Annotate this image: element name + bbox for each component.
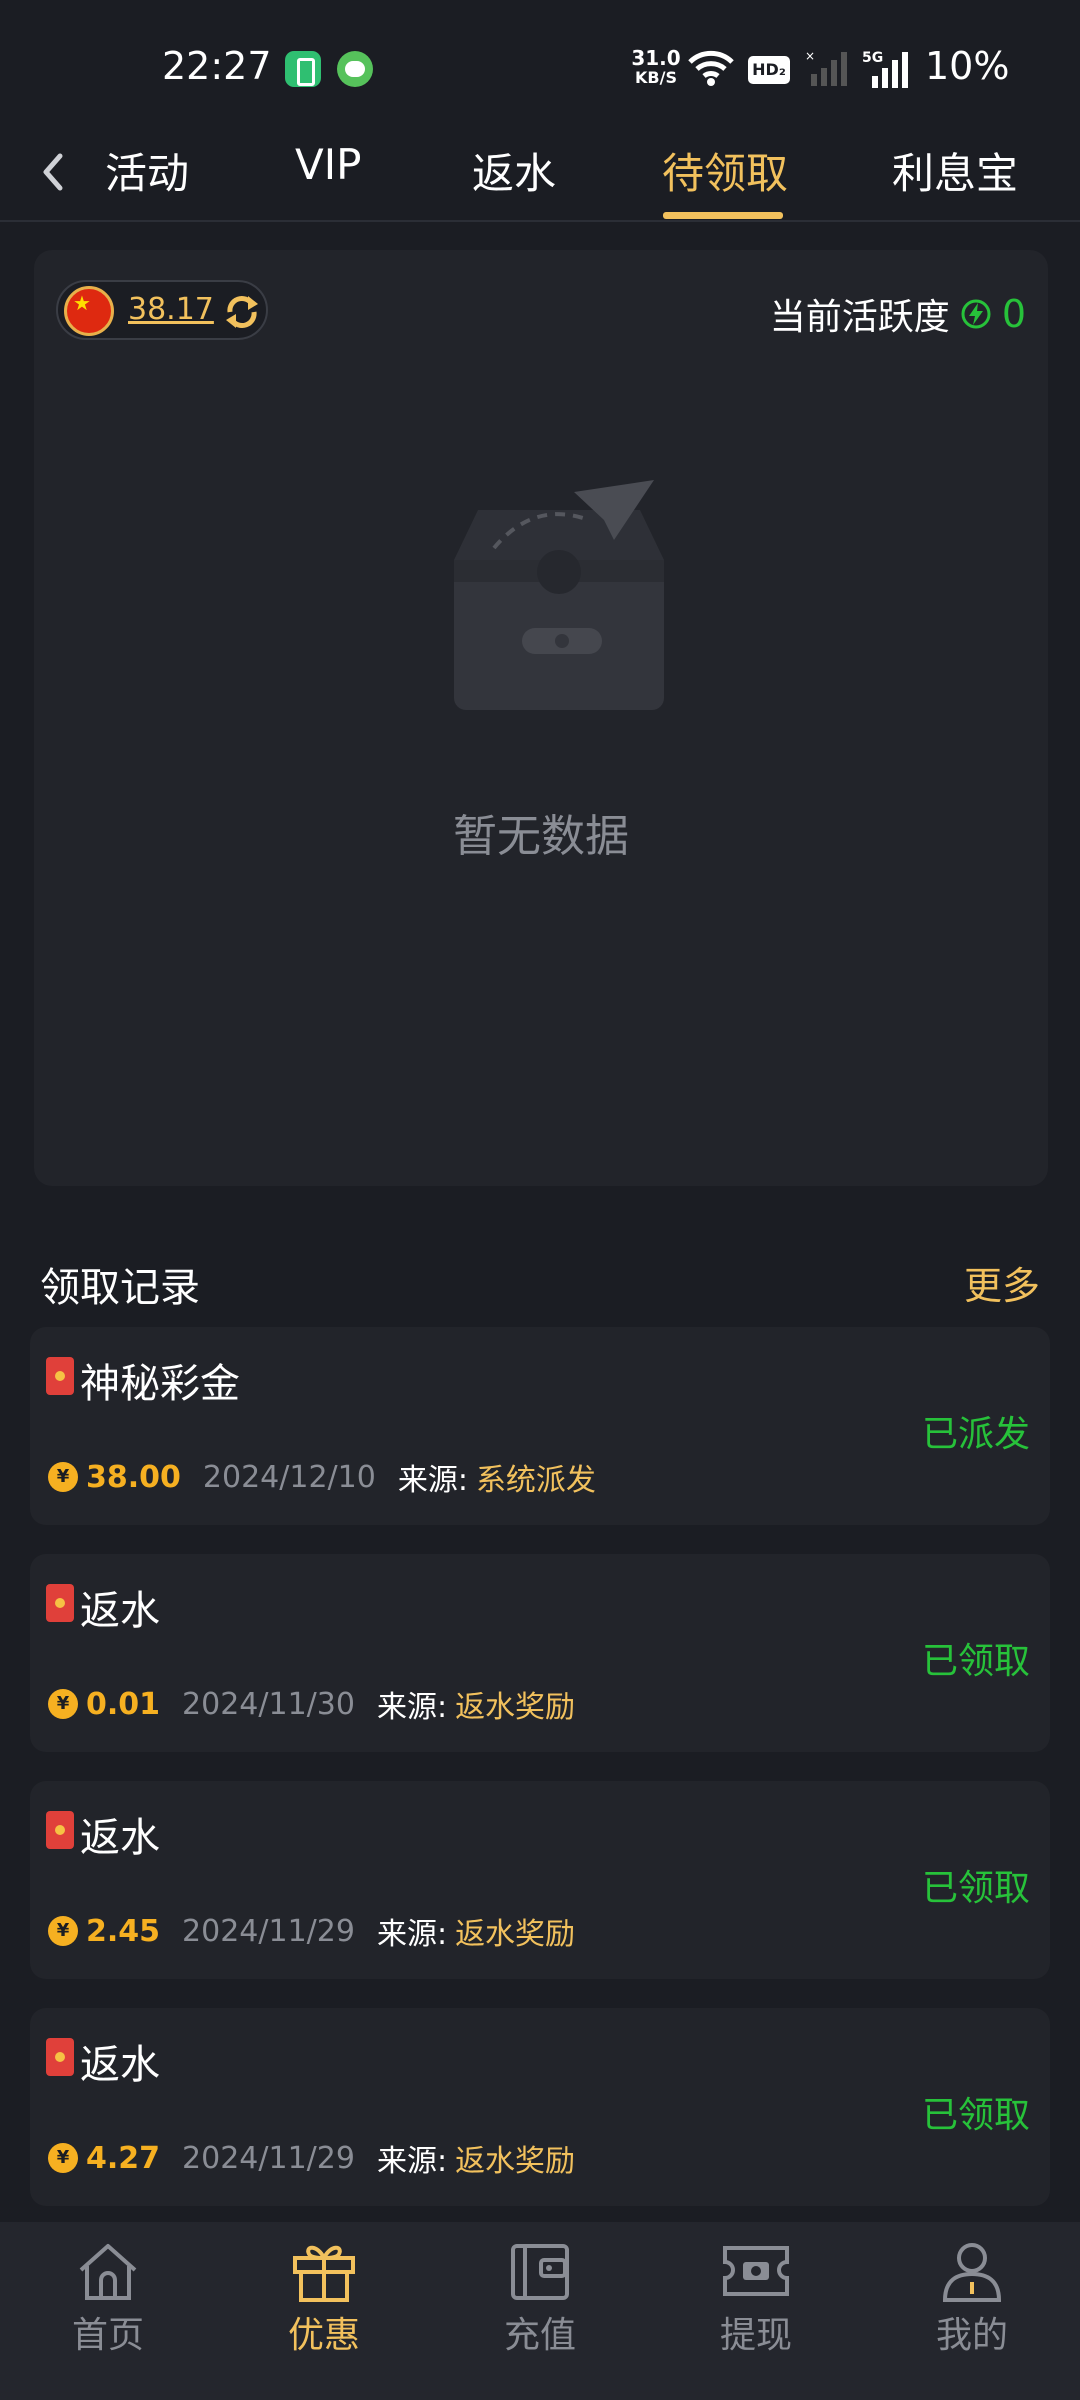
record-date: 2024/11/30: [182, 1686, 355, 1722]
record-title: 神秘彩金: [80, 1361, 240, 1407]
net-speed: 31.0 KB/S: [631, 46, 681, 87]
activity-level: 当前活跃度 0: [770, 288, 1026, 340]
wifi-icon: [688, 50, 734, 86]
record-details: ¥ 0.01 2024/11/30 来源: 返水奖励: [48, 1682, 575, 1726]
record-status: 已领取: [921, 2095, 1030, 2136]
tab-interest[interactable]: 利息宝: [892, 140, 1018, 210]
pending-panel: 38.17 当前活跃度 0 暂无数据: [34, 250, 1048, 1186]
withdraw-icon: [723, 2246, 789, 2296]
record-source-label: 来源:: [397, 1463, 468, 1498]
nav-profile-label: 我的: [935, 2315, 1008, 2356]
status-time: 22:27: [162, 44, 272, 88]
activity-value: 0: [1001, 292, 1026, 336]
record-amount: 0.01: [86, 1686, 161, 1722]
record-title: 返水: [80, 1815, 160, 1861]
nav-home[interactable]: 首页: [28, 2240, 188, 2390]
record-details: ¥ 2.45 2024/11/29 来源: 返水奖励: [48, 1909, 575, 1953]
refresh-icon[interactable]: [222, 292, 262, 332]
status-bar: 22:27 31.0 KB/S HD₂ × 5G 10%: [0, 0, 1080, 130]
activity-label: 当前活跃度: [769, 297, 950, 338]
china-flag-icon: [64, 286, 114, 336]
red-envelope-icon: [46, 1811, 74, 1849]
nav-withdraw[interactable]: 提现: [676, 2240, 836, 2390]
nav-deposit-label: 充值: [503, 2315, 576, 2356]
record-source-label: 来源:: [376, 1917, 448, 1952]
yuan-coin-icon: ¥: [48, 1689, 78, 1719]
record-source: 返水奖励: [455, 1690, 576, 1725]
empty-box-icon: [454, 480, 664, 710]
balance-value: 38.17: [128, 292, 214, 327]
red-envelope-icon: [46, 1357, 74, 1395]
record-amount: 38.00: [86, 1459, 181, 1495]
record-date: 2024/11/29: [182, 1913, 355, 1949]
record-amount: 2.45: [86, 1913, 161, 1949]
record-card[interactable]: 返水 已领取 ¥ 0.01 2024/11/30 来源: 返水奖励: [30, 1554, 1050, 1752]
tab-rebate[interactable]: 返水: [472, 140, 556, 210]
battery-level: 10%: [925, 44, 1010, 88]
record-card[interactable]: 神秘彩金 已派发 ¥ 38.00 2024/12/10 来源: 系统派发: [30, 1327, 1050, 1525]
red-envelope-icon: [46, 2038, 74, 2076]
wallet-icon: [511, 2244, 569, 2300]
nav-profile[interactable]: 我的: [892, 2240, 1052, 2390]
record-amount: 4.27: [86, 2140, 161, 2176]
tab-vip[interactable]: VIP: [295, 140, 361, 210]
red-envelope-icon: [46, 1584, 74, 1622]
records-more-link[interactable]: 更多: [964, 1255, 1040, 1310]
record-title: 返水: [80, 1588, 160, 1634]
record-card[interactable]: 返水 已领取 ¥ 2.45 2024/11/29 来源: 返水奖励: [30, 1781, 1050, 1979]
battery-saver-app-icon: [285, 51, 321, 87]
record-details: ¥ 38.00 2024/12/10 来源: 系统派发: [48, 1455, 596, 1499]
yuan-coin-icon: ¥: [48, 1462, 78, 1492]
records-title: 领取记录: [40, 1265, 200, 1311]
record-details: ¥ 4.27 2024/11/29 来源: 返水奖励: [48, 2136, 575, 2180]
record-source: 返水奖励: [455, 2144, 576, 2179]
active-tab-indicator: [663, 212, 783, 219]
nav-home-label: 首页: [71, 2315, 144, 2356]
record-card[interactable]: 返水 已领取 ¥ 4.27 2024/11/29 来源: 返水奖励: [30, 2008, 1050, 2206]
nav-promotions[interactable]: 优惠: [244, 2240, 404, 2390]
nav-withdraw-label: 提现: [719, 2315, 792, 2356]
svg-text:5G: 5G: [862, 50, 883, 66]
home-icon: [79, 2244, 137, 2300]
lightning-icon: [961, 299, 991, 329]
tab-pending-claim[interactable]: 待领取: [662, 140, 788, 210]
record-status: 已领取: [921, 1868, 1030, 1909]
yuan-coin-icon: ¥: [48, 2143, 78, 2173]
record-title: 返水: [80, 2042, 160, 2088]
record-date: 2024/12/10: [202, 1459, 376, 1495]
bottom-nav: 首页 优惠 充值 提现 我的: [0, 2222, 1080, 2400]
svg-text:×: ×: [805, 50, 815, 63]
tab-activity[interactable]: 活动: [105, 140, 189, 210]
nav-deposit[interactable]: 充值: [460, 2240, 620, 2390]
signal-sim2-icon: 5G: [862, 50, 908, 88]
nav-promotions-label: 优惠: [287, 2315, 360, 2356]
signal-sim1-icon: ×: [805, 50, 847, 86]
record-status: 已派发: [921, 1414, 1030, 1455]
record-source-label: 来源:: [376, 2144, 448, 2179]
gift-icon: [293, 2245, 355, 2302]
profile-icon: [942, 2243, 1002, 2302]
yuan-coin-icon: ¥: [48, 1916, 78, 1946]
record-date: 2024/11/29: [182, 2140, 355, 2176]
record-source: 返水奖励: [455, 1917, 576, 1952]
top-tab-bar: 活动 VIP 返水 待领取 利息宝: [0, 130, 1080, 222]
record-status: 已领取: [921, 1641, 1030, 1682]
balance-pill[interactable]: 38.17: [56, 280, 268, 340]
empty-state-text: 暂无数据: [453, 811, 629, 862]
record-source-label: 来源:: [376, 1690, 448, 1725]
chat-app-icon: [337, 51, 373, 87]
back-icon[interactable]: [34, 144, 74, 200]
hd-icon: HD₂: [748, 56, 790, 84]
record-source: 系统派发: [475, 1463, 596, 1498]
